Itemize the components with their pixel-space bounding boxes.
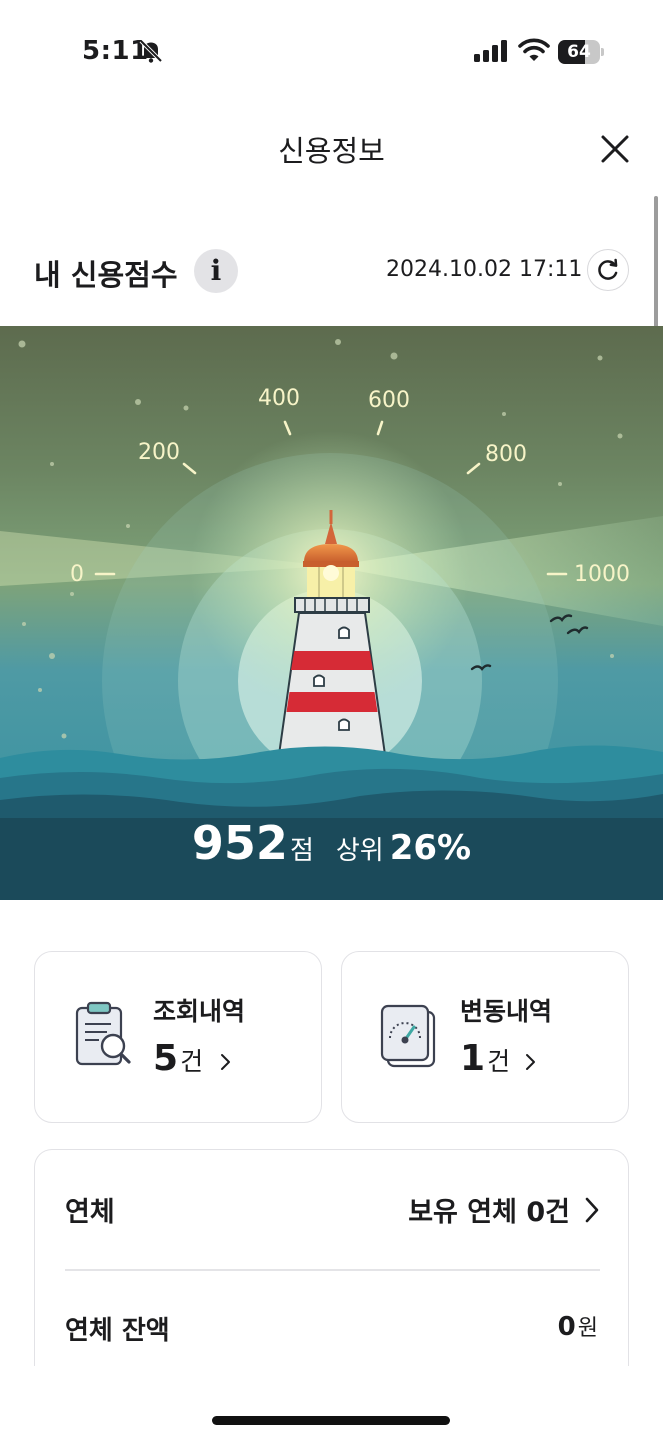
lighthouse-illustration xyxy=(0,326,663,900)
inquiry-history-card[interactable]: 조회내역 5건 xyxy=(34,951,322,1123)
status-bar: 5:11 64 xyxy=(0,0,663,100)
change-label: 변동내역 xyxy=(460,997,553,1026)
home-indicator[interactable] xyxy=(212,1416,450,1425)
credit-score-title: 내 신용점수 xyxy=(34,258,178,292)
battery-icon: 64 xyxy=(558,40,604,64)
overdue-balance-label: 연체 잔액 xyxy=(65,1316,170,1346)
gauge-label-800: 800 xyxy=(485,442,527,467)
clipboard-search-icon xyxy=(75,1001,131,1066)
divider xyxy=(65,1269,600,1271)
overdue-balance-value: 0원 xyxy=(557,1312,598,1342)
change-count: 1건 xyxy=(460,1038,511,1079)
gauge-label-400: 400 xyxy=(258,386,300,411)
inquiry-label: 조회내역 xyxy=(153,997,246,1026)
credit-score-value: 952 xyxy=(191,816,288,870)
info-icon[interactable]: i xyxy=(194,249,238,293)
chevron-right-icon[interactable] xyxy=(584,1196,600,1224)
score-updated-date: 2024.10.02 17:11 xyxy=(386,257,583,282)
gauge-label-1000: 1000 xyxy=(574,562,630,587)
overdue-value[interactable]: 보유 연체 0건 xyxy=(408,1190,570,1229)
gauge-document-icon xyxy=(380,1004,436,1068)
score-summary: 952점 상위 26% xyxy=(0,816,663,870)
cellular-signal-icon xyxy=(474,40,507,62)
refresh-icon[interactable] xyxy=(587,249,629,291)
chevron-right-icon xyxy=(221,1054,230,1070)
credit-score-gauge: 0 200 400 600 800 1000 952점 상위 26% xyxy=(0,326,663,900)
gauge-label-200: 200 xyxy=(138,440,180,465)
gauge-label-600: 600 xyxy=(368,388,410,413)
wifi-icon xyxy=(518,38,550,61)
gauge-label-0: 0 xyxy=(70,562,84,587)
change-history-card[interactable]: 변동내역 1건 xyxy=(341,951,629,1123)
overdue-label: 연체 xyxy=(65,1197,115,1228)
page-title: 신용정보 xyxy=(278,134,385,168)
inquiry-count: 5건 xyxy=(153,1038,204,1079)
close-icon[interactable] xyxy=(596,130,634,168)
rank-value: 26% xyxy=(389,828,472,868)
rank-label: 상위 xyxy=(335,836,384,866)
chevron-right-icon xyxy=(526,1054,535,1070)
battery-percent: 64 xyxy=(567,42,591,62)
credit-score-unit: 점 xyxy=(289,836,314,866)
bell-slash-icon xyxy=(139,39,163,63)
bottom-bar xyxy=(0,1366,663,1440)
